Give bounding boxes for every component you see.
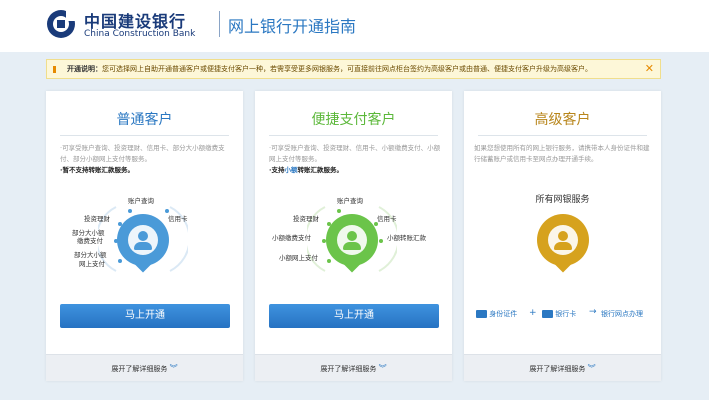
id-card-requirement: 身份证件 xyxy=(476,309,517,319)
avatar xyxy=(326,214,378,274)
bank-name-en: China Construction Bank xyxy=(84,29,196,39)
chevron-down-icon: ︾ xyxy=(587,364,596,373)
service-label: 账户查询 xyxy=(337,197,363,205)
all-services-label: 所有网银服务 xyxy=(535,195,590,205)
expand-details-link[interactable]: 展开了解详细服务 ︾ xyxy=(255,354,452,381)
service-dot xyxy=(337,209,341,213)
page-title: 网上银行开通指南 xyxy=(228,17,357,36)
card-description: 如果您想使用所有的网上银行服务，请携带本人身份证件和建行储蓄账户或信用卡至网点办… xyxy=(474,143,654,165)
chevron-down-icon: ︾ xyxy=(378,364,387,373)
service-label: 信用卡 xyxy=(377,215,397,223)
avatar xyxy=(117,214,169,274)
divider xyxy=(269,135,438,136)
ccb-logo-icon xyxy=(47,9,76,38)
service-label: 缴费支付 xyxy=(77,237,103,245)
notice-text: 开通说明：您可选择网上自助开通普通客户或便捷支付客户一种，若需享受更多网银服务，… xyxy=(67,64,592,74)
notice-marker-icon xyxy=(53,66,56,73)
divider xyxy=(60,135,229,136)
id-card-icon xyxy=(476,310,487,318)
service-label: 小额转账汇款 xyxy=(387,234,426,242)
avatar xyxy=(537,214,589,274)
desc-note: ·暂不支持转账汇款服务。 xyxy=(60,166,134,174)
card-description: ·可享受账户查询、投资理财、信用卡、小额缴费支付、小额网上支付等服务。 ·支持小… xyxy=(269,143,441,176)
desc-lead: ·可享受账户查询、投资理财、信用卡、小额缴费支付、小额网上支付等服务。 xyxy=(269,144,441,163)
user-icon xyxy=(128,225,158,255)
service-dot xyxy=(165,209,169,213)
service-label: 小额网上支付 xyxy=(279,254,318,262)
expand-details-link[interactable]: 展开了解详细服务 ︾ xyxy=(464,354,661,381)
service-label: 网上支付 xyxy=(79,260,105,268)
expand-label: 展开了解详细服务 xyxy=(111,365,168,373)
notice-label: 开通说明： xyxy=(67,65,102,73)
close-icon[interactable]: ✕ xyxy=(645,62,654,76)
service-label: 部分大小额 xyxy=(74,251,107,259)
bank-card-icon xyxy=(542,310,553,318)
header: 中国建设银行 China Construction Bank 网上银行开通指南 xyxy=(0,0,709,52)
service-label: 小额缴费支付 xyxy=(272,234,311,242)
open-now-button[interactable]: 马上开通 xyxy=(60,304,230,328)
notice-bar: 开通说明：您可选择网上自助开通普通客户或便捷支付客户一种，若需享受更多网银服务，… xyxy=(46,59,661,79)
card-title: 高级客户 xyxy=(534,112,591,128)
desc-support: ·支持小额转账汇款服务。 xyxy=(269,166,343,174)
desc-lead: 如果您想使用所有的网上银行服务，请携带本人身份证件和建行储蓄账户或信用卡至网点办… xyxy=(474,144,650,163)
bank-card-requirement: 银行卡 xyxy=(542,309,576,319)
arrow-right-icon: → xyxy=(589,307,597,317)
expand-details-link[interactable]: 展开了解详细服务 ︾ xyxy=(46,354,243,381)
service-dot xyxy=(128,209,132,213)
service-label: 投资理财 xyxy=(84,215,110,223)
divider xyxy=(478,135,647,136)
service-label: 投资理财 xyxy=(293,215,319,223)
plus-icon: + xyxy=(529,308,537,318)
header-divider xyxy=(219,11,220,37)
chevron-down-icon: ︾ xyxy=(169,364,178,373)
expand-label: 展开了解详细服务 xyxy=(529,365,586,373)
card-description: ·可享受账户查询、投资理财、信用卡、部分大小额缴费支付、部分小额网上支付等服务。… xyxy=(60,143,232,176)
expand-label: 展开了解详细服务 xyxy=(320,365,377,373)
user-icon xyxy=(548,225,578,255)
card-title: 普通客户 xyxy=(116,112,173,128)
user-icon xyxy=(337,225,367,255)
service-dot xyxy=(379,239,383,243)
open-now-button[interactable]: 马上开通 xyxy=(269,304,439,328)
card-premium: 高级客户 如果您想使用所有的网上银行服务，请携带本人身份证件和建行储蓄账户或信用… xyxy=(464,91,661,381)
service-label: 信用卡 xyxy=(168,215,188,223)
notice-body: 您可选择网上自助开通普通客户或便捷支付客户一种，若需享受更多网银服务，可直接前往… xyxy=(102,65,592,73)
card-title: 便捷支付客户 xyxy=(311,112,396,128)
card-quick-pay: 便捷支付客户 ·可享受账户查询、投资理财、信用卡、小额缴费支付、小额网上支付等服… xyxy=(255,91,452,381)
branch-link[interactable]: 银行网点办理 xyxy=(601,309,643,319)
service-label: 账户查询 xyxy=(128,197,154,205)
card-regular: 普通客户 ·可享受账户查询、投资理财、信用卡、部分大小额缴费支付、部分小额网上支… xyxy=(46,91,243,381)
desc-lead: ·可享受账户查询、投资理财、信用卡、部分大小额缴费支付、部分小额网上支付等服务。 xyxy=(60,144,225,163)
